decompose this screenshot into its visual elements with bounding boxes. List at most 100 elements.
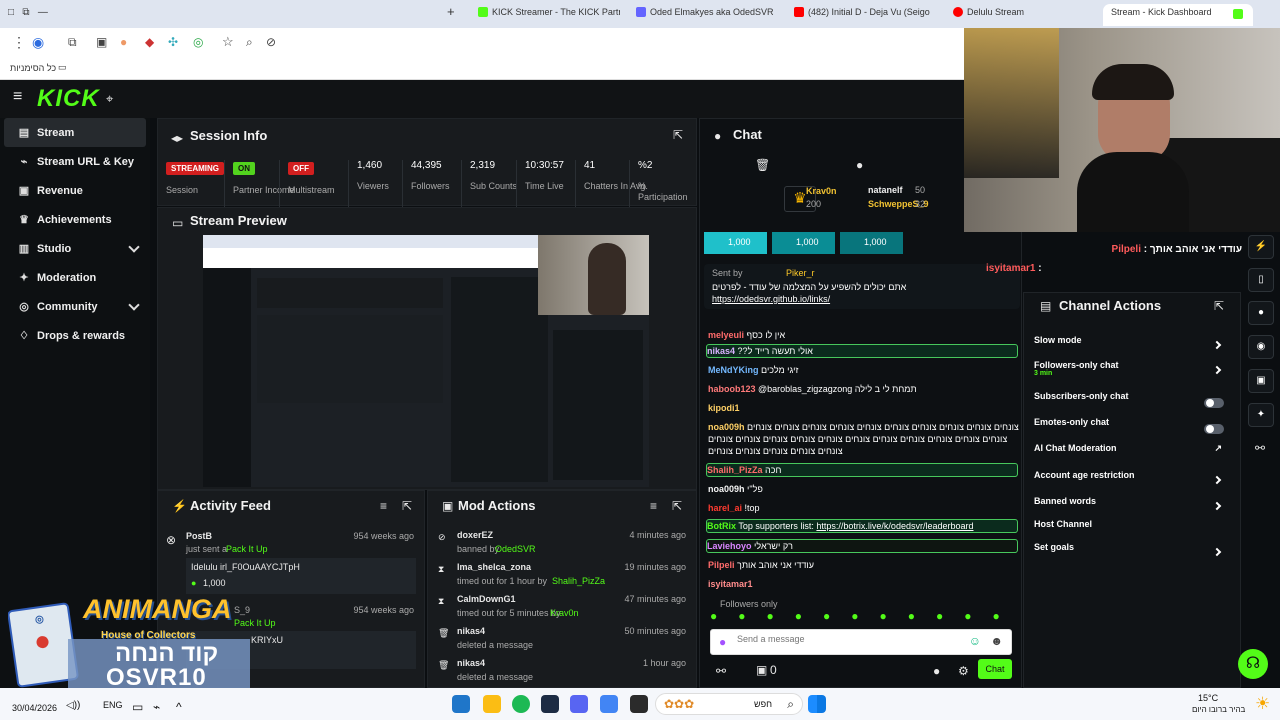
chat-bubble-icon[interactable]: ● — [933, 664, 940, 678]
popout-icon[interactable]: ⇱ — [672, 499, 682, 513]
extension-icon[interactable]: ● — [120, 35, 127, 49]
rail-button[interactable]: ▯ — [1248, 268, 1274, 292]
emote-bar[interactable]: ●●●●●●●●●●● — [710, 609, 1015, 627]
window-icon[interactable]: ▣ — [96, 35, 107, 49]
window-controls[interactable]: □ ⧉ — — [0, 4, 90, 26]
page-icon — [636, 7, 646, 17]
sidebar-item-studio[interactable]: ▥ Studio — [4, 234, 146, 263]
rail-button[interactable]: ⚡ — [1248, 235, 1274, 259]
volume-icon[interactable]: ◁)) — [66, 700, 80, 711]
stat-multistream: OFF Multistream — [279, 160, 335, 208]
filter-icon[interactable]: ≡ — [380, 499, 387, 513]
search-box[interactable]: ✿✿✿ חפש ⌕ — [655, 693, 803, 715]
globe-icon[interactable]: ◉ — [32, 34, 44, 51]
trash-icon[interactable]: 🗑 — [755, 158, 770, 172]
browser-tab-2[interactable]: Oded Elmakyes aka OdedSVR — [628, 4, 778, 26]
folder-icon: ▭ — [58, 62, 67, 72]
popout-icon[interactable]: ⇱ — [1214, 299, 1224, 313]
chat-message: kipodi1 — [708, 403, 740, 413]
popout-icon[interactable]: ⇱ — [402, 499, 412, 513]
support-icon[interactable]: ☊ — [1238, 649, 1268, 679]
trash-icon: 🗑 — [438, 660, 450, 670]
extension-icon[interactable]: ✣ — [168, 35, 178, 49]
emoji-icon[interactable]: ● — [719, 635, 726, 649]
monitor-icon[interactable]: ▭ — [132, 700, 143, 714]
filter-icon[interactable]: ≡ — [650, 499, 657, 513]
activity-message: Idelulu irl_F0OuAAYCJTpH ● 1,000 — [186, 558, 416, 594]
action-banned-words[interactable]: Banned words — [1034, 496, 1224, 520]
steam-icon[interactable] — [541, 695, 559, 713]
browser-tab-1[interactable]: KICK Streamer - The KICK Partn — [470, 4, 620, 26]
stat-followers: 44,395 Followers — [402, 160, 450, 208]
app-icon[interactable] — [483, 695, 501, 713]
search-icon[interactable]: ⌕ — [246, 35, 253, 50]
chat-send-button[interactable]: Chat — [978, 659, 1012, 679]
link-icon: ⌁ — [20, 156, 28, 168]
action-account-age[interactable]: Account age restriction — [1034, 470, 1224, 494]
language-label[interactable]: ENG — [103, 700, 123, 710]
kick-logo[interactable]: KICK — [37, 85, 100, 113]
action-emotes-only[interactable]: Emotes-only chat — [1034, 417, 1224, 441]
toggle[interactable] — [1204, 398, 1224, 408]
hide-icon[interactable]: ⊘ — [266, 35, 276, 49]
action-ai-chat-moderation[interactable]: AI Chat Moderation ↗ — [1034, 443, 1224, 467]
bookmarks-label[interactable]: כל הסימניות — [10, 63, 56, 73]
community-icon[interactable]: ⚯ — [1255, 441, 1265, 455]
browser-tab-4[interactable]: Delulu Stream — [945, 4, 1095, 26]
kick-icon — [478, 7, 488, 17]
settings-icon[interactable]: ⚙ — [958, 664, 969, 678]
stat-sub-counts: 2,319 Sub Counts — [461, 160, 517, 208]
new-tab-button[interactable]: + — [447, 4, 463, 26]
message-icon[interactable]: ● — [856, 158, 863, 172]
sidebar-item-stream[interactable]: ▤ Stream — [4, 118, 146, 147]
app-icon[interactable] — [452, 695, 470, 713]
action-subscribers-only[interactable]: Subscribers-only chat — [1034, 391, 1224, 415]
bookmark-star-icon[interactable]: ☆ — [222, 34, 234, 50]
action-set-goals[interactable]: Set goals — [1034, 542, 1224, 566]
sidebar-item-stream-url[interactable]: ⌁ Stream URL & Key — [4, 147, 146, 176]
chat-message: MeNdYKing זיגי מלכים — [708, 365, 799, 375]
app-icon[interactable] — [630, 695, 648, 713]
discord-icon[interactable] — [570, 695, 588, 713]
chat-input-container[interactable]: ● ☺ ☻ — [710, 629, 1012, 655]
sidebar-item-community[interactable]: ◎ Community — [4, 292, 146, 321]
sidebar-item-moderation[interactable]: ✦ Moderation — [4, 263, 146, 292]
sidebar-item-drops[interactable]: ♢ Drops & rewards — [4, 321, 146, 350]
channel-actions-panel: ▤ Channel Actions ⇱ Slow mode Followers-… — [1023, 292, 1241, 688]
spotify-icon[interactable] — [512, 695, 530, 713]
rail-button[interactable]: ◉ — [1248, 335, 1274, 359]
popout-icon[interactable]: ⇱ — [673, 128, 683, 142]
browser-tab-3[interactable]: (482) Initial D - Deja Vu (Seigo — [786, 4, 936, 26]
windows-start-icon[interactable] — [808, 695, 826, 713]
sidebar-item-achievements[interactable]: ♛ Achievements — [4, 205, 146, 234]
gift-card[interactable]: 1,000 — [840, 232, 903, 254]
pin-icon[interactable]: ⌖ — [106, 91, 113, 107]
preview-chat — [451, 277, 548, 482]
menu-icon[interactable]: ⋮ — [12, 34, 26, 51]
chevron-down-icon — [128, 241, 140, 253]
menu-icon[interactable]: ≡ — [13, 88, 22, 106]
rail-button[interactable]: ✦ — [1248, 403, 1274, 427]
extension-icon[interactable]: ⧉ — [68, 35, 77, 50]
toggle[interactable] — [1204, 424, 1224, 434]
rail-button[interactable]: ● — [1248, 301, 1274, 325]
wifi-icon[interactable]: ⌁ — [153, 700, 160, 714]
sidebar-item-revenue[interactable]: ▣ Revenue — [4, 176, 146, 205]
rail-button[interactable]: ▣ — [1248, 369, 1274, 393]
chat-input[interactable] — [737, 634, 947, 644]
gift-card[interactable]: 1,000 — [704, 232, 767, 254]
stream-preview-image[interactable] — [203, 235, 649, 487]
emoji-button-icon[interactable]: ☻ — [990, 634, 1003, 648]
action-slow-mode[interactable]: Slow mode — [1034, 335, 1224, 359]
extension-icon[interactable]: ◆ — [145, 35, 154, 49]
sun-icon: ☀ — [1255, 694, 1271, 713]
action-followers-only[interactable]: Followers-only chat 3 min — [1034, 360, 1224, 384]
chevron-up-icon[interactable]: ^ — [176, 700, 182, 714]
browser-tab-active[interactable]: Stream - Kick Dashboard — [1103, 4, 1253, 26]
extension-icon[interactable]: ◎ — [193, 35, 203, 49]
overlay-chat-line: isyitamar1 : — [986, 263, 1042, 274]
action-host-channel[interactable]: Host Channel — [1034, 519, 1224, 543]
chrome-icon[interactable] — [600, 695, 618, 713]
send-emote-icon[interactable]: ☺ — [969, 634, 981, 648]
gift-card[interactable]: 1,000 — [772, 232, 835, 254]
